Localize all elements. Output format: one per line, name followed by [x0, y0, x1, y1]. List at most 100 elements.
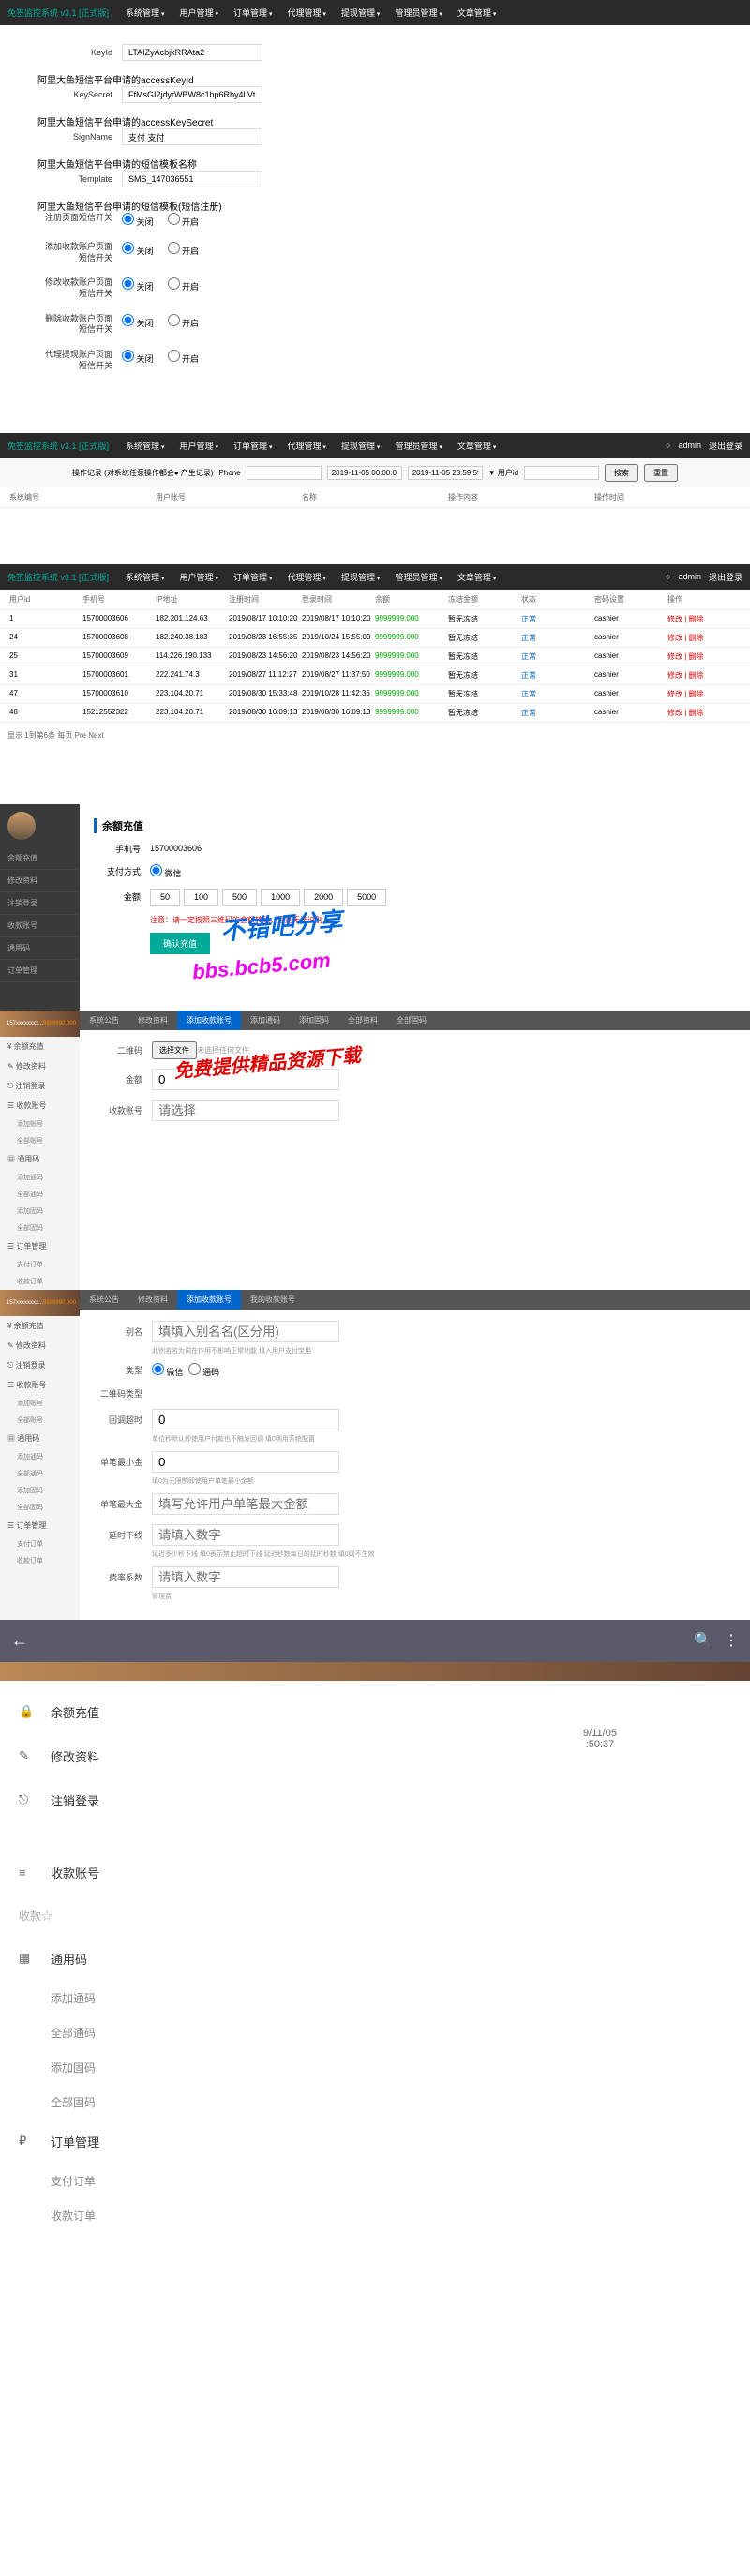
mobile-sub[interactable]: 支付订单: [0, 2164, 450, 2198]
mobile-sub[interactable]: 收款订单: [0, 2198, 450, 2233]
sidebar-sub[interactable]: 支付订单: [0, 1535, 80, 1552]
account-select[interactable]: [152, 1100, 339, 1121]
confirm-recharge-button[interactable]: 确认充值: [150, 933, 210, 954]
nav-admin[interactable]: 管理员管理: [387, 4, 449, 22]
tab-0[interactable]: 系统公告: [80, 1011, 128, 1030]
tab-3[interactable]: 添加通码: [241, 1011, 290, 1030]
search-button[interactable]: 搜索: [605, 464, 638, 482]
sidebar-sub[interactable]: 添加账号: [0, 1395, 80, 1412]
sidebar-item[interactable]: ☰ 订单管理: [0, 1236, 80, 1256]
tab2-2[interactable]: 添加收款账号: [177, 1290, 241, 1310]
nav-order[interactable]: 订单管理: [226, 4, 279, 22]
sidebar-sub[interactable]: 支付订单: [0, 1256, 80, 1273]
logout-link[interactable]: 退出登录: [709, 440, 742, 452]
sidebar-item[interactable]: ⎋ 注销登录: [0, 1076, 80, 1096]
side-logout[interactable]: 注销登录: [0, 892, 80, 915]
side-code[interactable]: 通用码: [0, 937, 80, 960]
sidebar-sub[interactable]: 全部固码: [0, 1220, 80, 1236]
side-recharge[interactable]: 余额充值: [0, 847, 80, 870]
date-to[interactable]: [408, 466, 483, 480]
signname-input[interactable]: [122, 128, 262, 145]
sidebar-sub[interactable]: 收款订单: [0, 1273, 80, 1290]
nav2-article[interactable]: 文章管理: [450, 437, 503, 455]
sidebar-sub[interactable]: 添加固码: [0, 1203, 80, 1220]
amount-50-button[interactable]: 50: [150, 889, 180, 906]
mobile-sub[interactable]: 添加固码: [0, 2050, 450, 2085]
min-input[interactable]: [152, 1451, 339, 1473]
user-label[interactable]: admin: [678, 441, 701, 450]
sidebar-sub[interactable]: 收款订单: [0, 1552, 80, 1569]
tab2-0[interactable]: 系统公告: [80, 1290, 128, 1310]
userid-filter[interactable]: [524, 466, 599, 480]
amount-input[interactable]: [152, 1069, 339, 1090]
sidebar-item[interactable]: ⎋ 注销登录: [0, 1355, 80, 1375]
mobile-item[interactable]: ⎋注销登录: [0, 1778, 450, 1822]
sidebar-item[interactable]: ¥ 余额充值: [0, 1316, 80, 1336]
sidebar-item[interactable]: ▦ 通用码: [0, 1429, 80, 1448]
sidebar-sub[interactable]: 全部账号: [0, 1132, 80, 1149]
mobile-section-orders[interactable]: ₽订单管理: [0, 2119, 450, 2164]
keysecret-input[interactable]: [122, 86, 262, 103]
nav-article[interactable]: 文章管理: [450, 4, 503, 22]
sidebar-sub[interactable]: 全部固码: [0, 1499, 80, 1516]
amount-500-button[interactable]: 500: [222, 889, 257, 906]
sidebar-item[interactable]: ☰ 订单管理: [0, 1516, 80, 1535]
back-icon[interactable]: ←: [11, 1631, 28, 1651]
pager[interactable]: 显示 1到第6条 每页 Pre Next: [0, 723, 750, 748]
delay-input[interactable]: [152, 1524, 339, 1546]
sidebar-sub[interactable]: 添加通码: [0, 1169, 80, 1186]
avatar[interactable]: [8, 812, 36, 840]
sidebar-sub[interactable]: 全部通码: [0, 1465, 80, 1482]
keyid-input[interactable]: [122, 44, 262, 61]
amount-5000-button[interactable]: 5000: [347, 889, 386, 906]
sidebar-sub[interactable]: 添加账号: [0, 1116, 80, 1132]
mobile-sub[interactable]: 全部通码: [0, 2015, 450, 2050]
nav-agent[interactable]: 代理管理: [279, 4, 333, 22]
sidebar-sub[interactable]: 添加通码: [0, 1448, 80, 1465]
sidebar-sub[interactable]: 全部通码: [0, 1186, 80, 1203]
rate-input[interactable]: [152, 1566, 339, 1588]
nav2-agent[interactable]: 代理管理: [279, 437, 333, 455]
template-input[interactable]: [122, 171, 262, 187]
alias-input[interactable]: [152, 1321, 339, 1342]
amount-1000-button[interactable]: 1000: [261, 889, 300, 906]
side-profile[interactable]: 修改资料: [0, 870, 80, 892]
side-account[interactable]: 收款账号: [0, 915, 80, 937]
reset-button[interactable]: 重置: [644, 464, 678, 482]
search-icon[interactable]: 🔍: [694, 1631, 712, 1650]
nav2-system[interactable]: 系统管理: [118, 437, 172, 455]
nav-system[interactable]: 系统管理: [118, 4, 172, 22]
nav2-admin[interactable]: 管理员管理: [387, 437, 449, 455]
side-order[interactable]: 订单管理: [0, 960, 80, 982]
nav2-withdraw[interactable]: 提现管理: [334, 437, 387, 455]
amount-100-button[interactable]: 100: [184, 889, 218, 906]
nav2-order[interactable]: 订单管理: [226, 437, 279, 455]
max-input[interactable]: [152, 1493, 339, 1515]
mobile-sub[interactable]: 添加通码: [0, 1981, 450, 2015]
amount-2000-button[interactable]: 2000: [304, 889, 343, 906]
choose-file-button[interactable]: 选择文件: [152, 1041, 197, 1059]
tab2-3[interactable]: 我的收款账号: [241, 1290, 305, 1310]
date-from[interactable]: [327, 466, 402, 480]
nav-user[interactable]: 用户管理: [172, 4, 226, 22]
sidebar-sub[interactable]: 全部账号: [0, 1412, 80, 1429]
nav2-user[interactable]: 用户管理: [172, 437, 226, 455]
mobile-item[interactable]: 🔒余额充值: [0, 1690, 450, 1734]
nav-withdraw[interactable]: 提现管理: [334, 4, 387, 22]
sidebar-item[interactable]: ✎ 修改资料: [0, 1336, 80, 1355]
tab-4[interactable]: 添加固码: [290, 1011, 338, 1030]
tab-6[interactable]: 全部固码: [387, 1011, 436, 1030]
mobile-item[interactable]: ✎修改资料: [0, 1734, 450, 1778]
sidebar-item[interactable]: ☰ 收款账号: [0, 1096, 80, 1116]
timeout-input[interactable]: [152, 1409, 339, 1430]
tab-2[interactable]: 添加收款账号: [177, 1011, 241, 1030]
tab2-1[interactable]: 修改资料: [128, 1290, 177, 1310]
more-icon[interactable]: ⋮: [724, 1631, 739, 1650]
mobile-sub[interactable]: 全部固码: [0, 2085, 450, 2119]
tab-5[interactable]: 全部资料: [338, 1011, 387, 1030]
sidebar-item[interactable]: ¥ 余额充值: [0, 1037, 80, 1056]
mobile-section-codes[interactable]: ▦通用码: [0, 1937, 450, 1981]
phone-filter[interactable]: [247, 466, 322, 480]
sidebar-item[interactable]: ✎ 修改资料: [0, 1056, 80, 1076]
sidebar-item[interactable]: ☰ 收款账号: [0, 1375, 80, 1395]
